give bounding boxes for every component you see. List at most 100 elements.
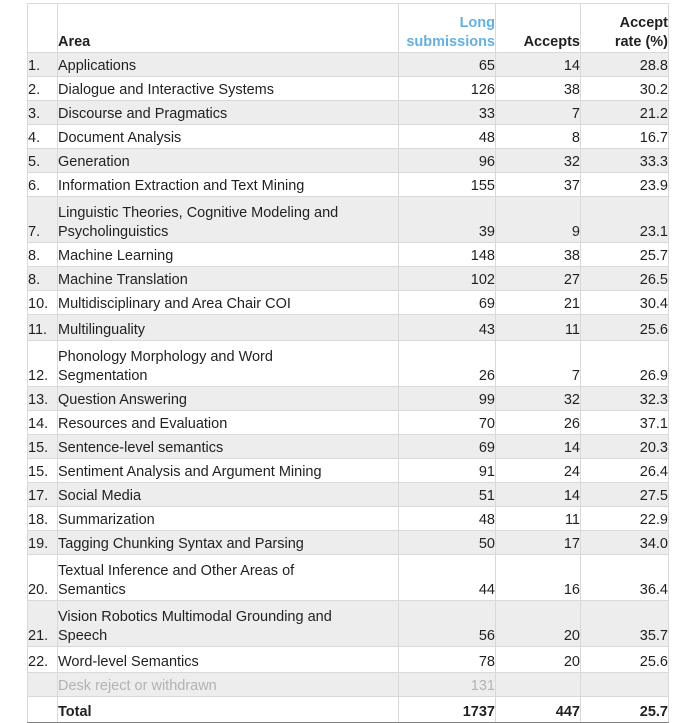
table-row: 15. Sentiment Analysis and Argument Minin… [27,458,669,483]
stats-table-container: Area Long submissions Accepts Accept rat… [27,3,669,723]
row-index: 10. [27,290,58,315]
row-index: 15. [27,458,58,483]
row-area-line1: Vision Robotics Multimodal Grounding and [58,608,332,625]
area-statistics-table: Area Long submissions Accepts Accept rat… [27,3,669,723]
table-row: 8. Machine Translation 102 27 26.5 [27,266,669,291]
row-area-line1: Applications [58,57,137,74]
row-accepts: 14 [495,52,581,77]
row-area-line2: Psycholinguistics [58,223,169,240]
row-accept-rate: 32.3 [580,386,669,411]
row-long-submissions: 102 [398,266,496,291]
table-row: 5. Generation 96 32 33.3 [27,148,669,173]
row-area-name: Dialogue and Interactive Systems [57,76,399,101]
row-long-submissions: 69 [398,290,496,315]
row-index: 19. [27,530,58,555]
row-accept-rate: 20.3 [580,434,669,459]
table-row: 4. Document Analysis 48 8 16.7 [27,124,669,149]
table-row: 7. Linguistic Theories, Cognitive Modelin… [27,196,669,243]
row-area-line1: Social Media [58,487,142,504]
header-accepts: Accepts [495,3,581,53]
row-accepts: 7 [495,100,581,125]
table-row: 6. Information Extraction and Text Mining… [27,172,669,197]
row-long-submissions: 51 [398,482,496,507]
row-area-line1: Information Extraction and Text Mining [58,177,305,194]
row-area-line1: Multilinguality [58,321,146,338]
total-accepts: 447 [495,696,581,723]
desk-reject-index [27,672,58,697]
row-area-name: Question Answering [57,386,399,411]
row-accept-rate: 27.5 [580,482,669,507]
row-area-name: Discourse and Pragmatics [57,100,399,125]
row-area-line1: Sentiment Analysis and Argument Mining [58,463,322,480]
row-accept-rate: 16.7 [580,124,669,149]
total-label: Total [57,696,399,723]
row-index: 8. [27,242,58,267]
row-accepts: 20 [495,600,581,647]
total-row: Total 1737 447 25.7 [27,696,669,723]
row-accept-rate: 22.9 [580,506,669,531]
row-accepts: 27 [495,266,581,291]
row-accepts: 24 [495,458,581,483]
row-area-line1: Multidisciplinary and Area Chair COI [58,295,291,312]
desk-reject-long: 131 [398,672,496,697]
row-long-submissions: 44 [398,554,496,601]
row-index: 17. [27,482,58,507]
row-accept-rate: 35.7 [580,600,669,647]
row-area-line1: Generation [58,153,130,170]
row-index: 14. [27,410,58,435]
row-area-line1: Linguistic Theories, Cognitive Modeling … [58,204,339,221]
row-long-submissions: 50 [398,530,496,555]
row-accept-rate: 37.1 [580,410,669,435]
header-long-line2: submissions [406,33,495,50]
row-long-submissions: 65 [398,52,496,77]
row-index: 5. [27,148,58,173]
row-area-line1: Tagging Chunking Syntax and Parsing [58,535,304,552]
table-row: 22. Word-level Semantics 78 20 25.6 [27,646,669,673]
total-long: 1737 [398,696,496,723]
row-accepts: 32 [495,148,581,173]
row-long-submissions: 43 [398,314,496,341]
row-area-name: Linguistic Theories, Cognitive Modeling … [57,196,399,243]
table-row: 2. Dialogue and Interactive Systems 126 38 3… [27,76,669,101]
row-area-line1: Machine Translation [58,271,188,288]
table-row: 11. Multilinguality 43 11 25.6 [27,314,669,341]
row-long-submissions: 91 [398,458,496,483]
row-accepts: 7 [495,340,581,387]
row-accept-rate: 26.5 [580,266,669,291]
row-area-name: Machine Translation [57,266,399,291]
row-accepts: 9 [495,196,581,243]
row-index: 12. [27,340,58,387]
row-accepts: 37 [495,172,581,197]
row-area-name: Information Extraction and Text Mining [57,172,399,197]
table-row: 18. Summarization 48 11 22.9 [27,506,669,531]
row-accept-rate: 30.4 [580,290,669,315]
row-area-name: Social Media [57,482,399,507]
row-index: 13. [27,386,58,411]
row-long-submissions: 56 [398,600,496,647]
row-accepts: 38 [495,76,581,101]
row-accepts: 11 [495,506,581,531]
row-area-name: Machine Learning [57,242,399,267]
row-index: 7. [27,196,58,243]
row-long-submissions: 78 [398,646,496,673]
row-long-submissions: 96 [398,148,496,173]
row-index: 21. [27,600,58,647]
row-index: 2. [27,76,58,101]
row-accepts: 20 [495,646,581,673]
row-index: 4. [27,124,58,149]
row-accept-rate: 25.6 [580,646,669,673]
row-area-name: Tagging Chunking Syntax and Parsing [57,530,399,555]
row-accepts: 32 [495,386,581,411]
row-area-line1: Summarization [58,511,155,528]
row-area-name: Document Analysis [57,124,399,149]
row-index: 11. [27,314,58,341]
table-row: 10. Multidisciplinary and Area Chair COI 6… [27,290,669,315]
row-area-name: Sentiment Analysis and Argument Mining [57,458,399,483]
table-row: 3. Discourse and Pragmatics 33 7 21.2 [27,100,669,125]
table-row: 14. Resources and Evaluation 70 26 37.1 [27,410,669,435]
row-accepts: 14 [495,482,581,507]
row-area-line1: Resources and Evaluation [58,415,228,432]
header-accept-rate: Accept rate (%) [580,3,669,53]
table-row: 8. Machine Learning 148 38 25.7 [27,242,669,267]
row-index: 22. [27,646,58,673]
